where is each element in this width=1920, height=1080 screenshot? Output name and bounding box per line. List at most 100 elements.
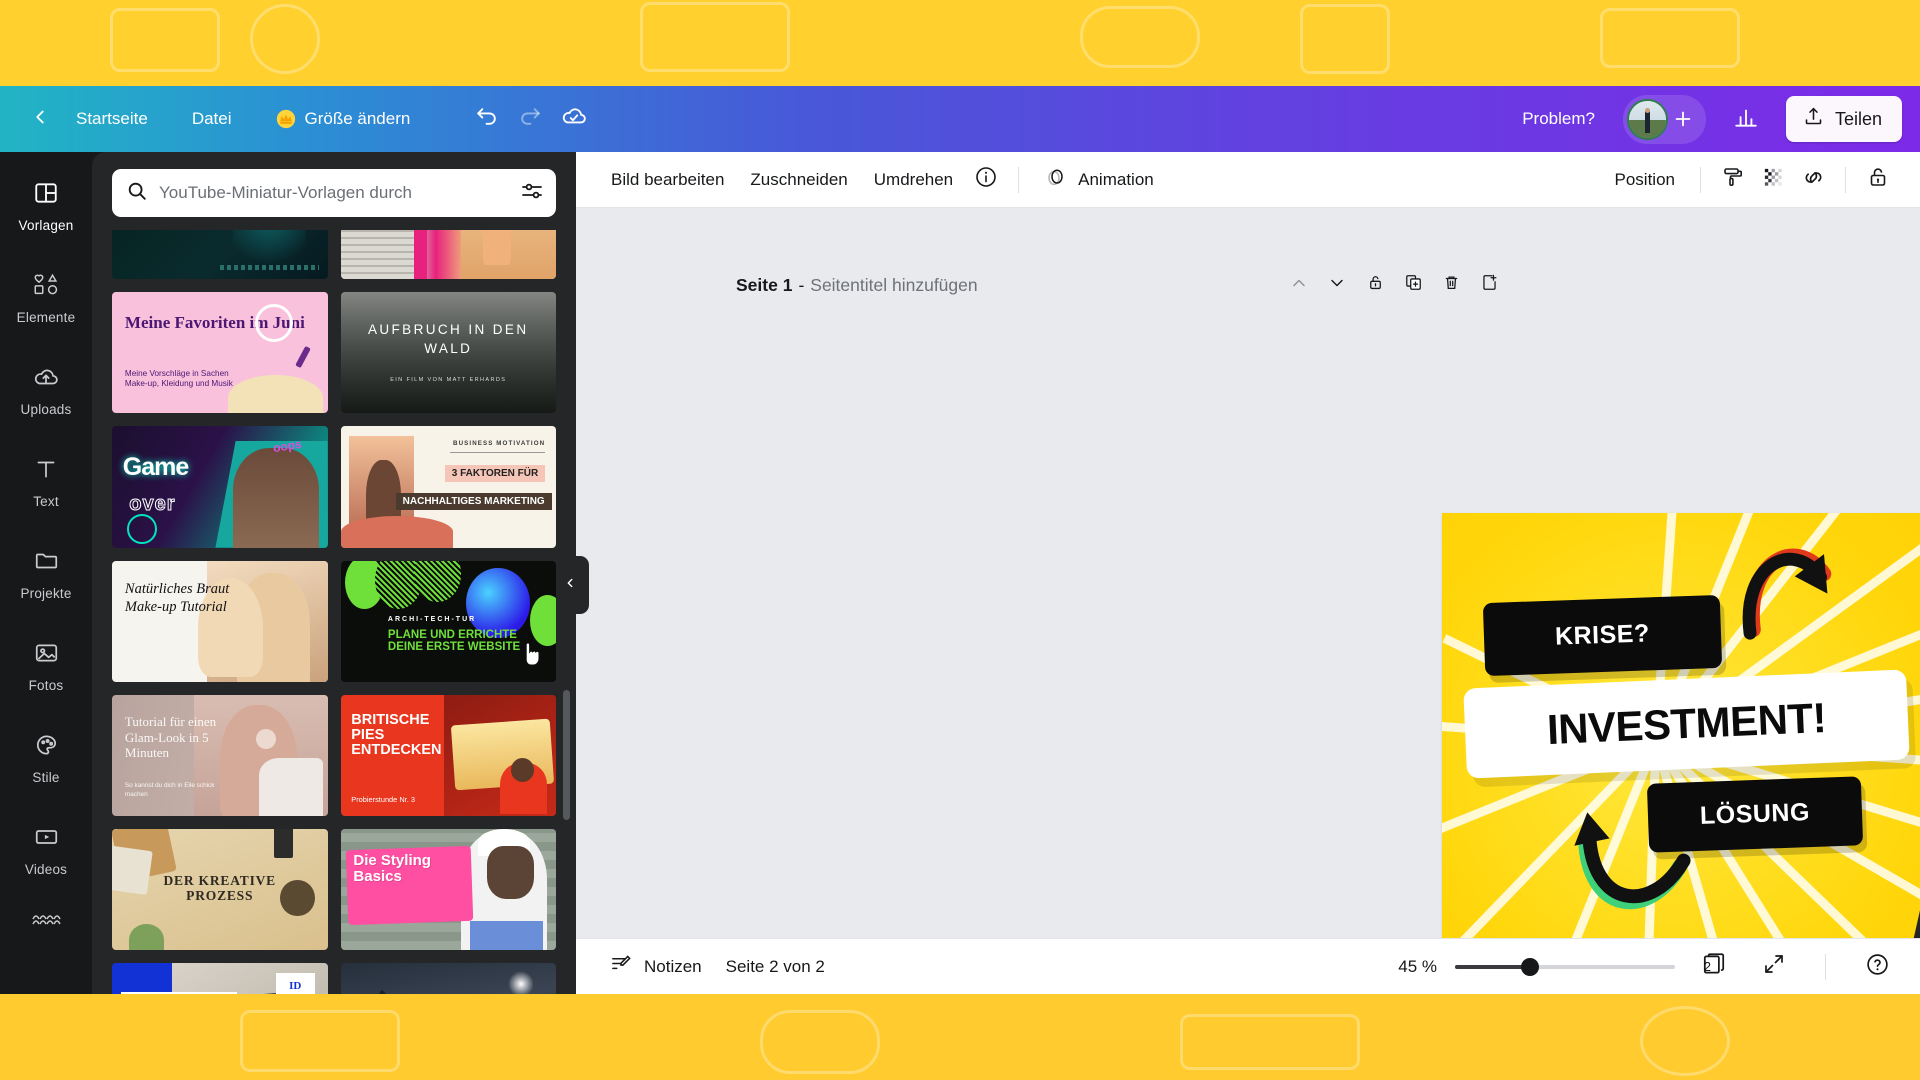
- sidebar-item-fotos[interactable]: Fotos: [0, 620, 92, 712]
- panel-search-area: [92, 152, 576, 227]
- crop-button[interactable]: Zuschneiden: [737, 162, 860, 198]
- saved-status-button[interactable]: [552, 97, 596, 141]
- page1-delete-button[interactable]: [1434, 268, 1468, 302]
- lock-button[interactable]: [1858, 160, 1898, 200]
- backdrop-shape: [640, 2, 790, 72]
- home-button[interactable]: Startseite: [62, 101, 162, 137]
- template-badge: ID: [275, 973, 315, 994]
- pages-overview-button[interactable]: 2: [1693, 947, 1735, 987]
- sidebar-item-text[interactable]: Text: [0, 436, 92, 528]
- template-card[interactable]: Meine Favoriten im Juni Meine Vorschläge…: [112, 292, 328, 414]
- template-card[interactable]: DER KREATIVE PROZESS: [112, 829, 328, 951]
- fullscreen-icon: [1762, 952, 1786, 981]
- help-button[interactable]: [1856, 947, 1898, 987]
- search-icon: [126, 180, 148, 207]
- template-title: PLANE UND ERRICHTE DEINE ERSTE WEBSITE: [387, 628, 521, 654]
- sidebar-item-stile[interactable]: Stile: [0, 712, 92, 804]
- canva-editor-window: Startseite Datei Größe ändern Problem? T…: [0, 86, 1920, 994]
- template-card[interactable]: Game over oops: [112, 426, 328, 548]
- page1-lock-button[interactable]: [1358, 268, 1392, 302]
- loesung-tag[interactable]: LÖSUNG: [1647, 775, 1864, 853]
- template-card[interactable]: »: [112, 230, 328, 280]
- status-bar: Notizen Seite 2 von 2 45 % 2: [576, 938, 1920, 994]
- undo-button[interactable]: [464, 97, 508, 141]
- page-indicator: Seite 2 von 2: [725, 956, 825, 976]
- sidebar-item-label: Vorlagen: [18, 217, 74, 233]
- editor-area: Bild bearbeiten Zuschneiden Umdrehen Ani…: [576, 152, 1920, 994]
- search-box[interactable]: [112, 169, 556, 217]
- page1-add-page-button[interactable]: [1472, 268, 1506, 302]
- page1-duplicate-button[interactable]: [1396, 268, 1430, 302]
- template-card[interactable]: BUSINESS MOTIVATION 3 FAKTOREN FÜR NACHH…: [340, 426, 556, 548]
- sidebar-item-vorlagen[interactable]: Vorlagen: [0, 160, 92, 252]
- notes-label: Notizen: [644, 956, 702, 976]
- canvas-scroll-area[interactable]: Seite 1 - Seitentitel hinzufügen KRISE? …: [576, 208, 1920, 938]
- template-card[interactable]: ID Unnachahmliche Innenausstattung Konkr…: [112, 963, 328, 994]
- template-card[interactable]: ARCHI-TECH-TUR PLANE UND ERRICHTE DEINE …: [340, 560, 556, 682]
- info-button[interactable]: [966, 160, 1006, 200]
- sidebar-item-elemente[interactable]: Elemente: [0, 252, 92, 344]
- page1-move-down-button[interactable]: [1320, 268, 1354, 302]
- template-subtitle: Probierstunde Nr. 3: [351, 794, 415, 804]
- share-button[interactable]: Teilen: [1785, 96, 1902, 142]
- file-label: Datei: [191, 109, 232, 128]
- template-title: DER KREATIVE PROZESS: [163, 872, 276, 904]
- template-card[interactable]: DIE SPEKTAKULÄRSTEN WANDERWEGE EUROPAS E…: [340, 963, 556, 994]
- page1-move-up-button[interactable]: [1282, 268, 1316, 302]
- template-title: Game: [122, 453, 189, 482]
- template-card[interactable]: Tutorial für einen Glam-Look in 5 Minute…: [112, 694, 328, 817]
- insights-button[interactable]: [1722, 97, 1770, 141]
- upload-icon: [1803, 106, 1824, 132]
- avatar[interactable]: [1626, 98, 1668, 140]
- paint-button[interactable]: [1713, 160, 1753, 200]
- collapse-panel-button[interactable]: [561, 556, 589, 614]
- transparency-icon: [1762, 166, 1785, 194]
- sidebar-item-label: Projekte: [20, 585, 72, 601]
- backdrop-shape: [1640, 1006, 1730, 1076]
- position-button[interactable]: Position: [1602, 162, 1688, 198]
- page1-canvas[interactable]: KRISE? INVESTMENT! LÖSUNG: [1442, 513, 1920, 938]
- sidebar-item-background[interactable]: [0, 896, 92, 942]
- panel-scrollbar-thumb[interactable]: [563, 690, 570, 820]
- template-card[interactable]: Natürliches Braut Make-up Tutorial: [112, 560, 328, 682]
- sidebar-item-uploads[interactable]: Uploads: [0, 344, 92, 436]
- edit-image-button[interactable]: Bild bearbeiten: [598, 162, 737, 198]
- fullscreen-button[interactable]: [1753, 947, 1795, 987]
- transparency-button[interactable]: [1753, 160, 1793, 200]
- templates-panel: » Meine Favoriten im Juni Meine Vorschlä…: [92, 152, 589, 994]
- zoom-slider[interactable]: [1455, 957, 1675, 976]
- krise-tag[interactable]: KRISE?: [1482, 594, 1723, 677]
- search-input[interactable]: [159, 183, 509, 203]
- problem-button[interactable]: Problem?: [1508, 101, 1609, 137]
- problem-label: Problem?: [1522, 109, 1595, 128]
- thumbnail-design: KRISE? INVESTMENT! LÖSUNG: [1442, 513, 1920, 938]
- page1-label: Seite 1: [736, 274, 793, 295]
- templates-icon: [33, 180, 59, 211]
- redo-button[interactable]: [508, 97, 552, 141]
- collaborators-group[interactable]: [1622, 94, 1706, 144]
- animation-button[interactable]: Animation: [1031, 157, 1167, 202]
- notes-button[interactable]: Notizen: [598, 945, 714, 989]
- sidebar-item-videos[interactable]: Videos: [0, 804, 92, 896]
- template-card[interactable]: [340, 230, 556, 280]
- info-icon: [974, 165, 998, 194]
- help-icon: [1865, 952, 1890, 982]
- link-button[interactable]: [1793, 160, 1833, 200]
- chevron-left-icon: [29, 106, 51, 133]
- investment-headline[interactable]: INVESTMENT!: [1463, 668, 1910, 779]
- add-member-button[interactable]: [1668, 104, 1698, 134]
- sliders-icon[interactable]: [520, 179, 544, 208]
- file-menu-button[interactable]: Datei: [178, 101, 246, 137]
- template-subtitle: NACHHALTIGES MARKETING: [395, 493, 552, 511]
- back-button[interactable]: [18, 97, 62, 141]
- resize-button[interactable]: Größe ändern: [262, 101, 425, 137]
- page1-title-placeholder[interactable]: Seitentitel hinzufügen: [810, 275, 977, 296]
- template-title: AUFBRUCH IN DEN WALD: [367, 322, 529, 356]
- template-card[interactable]: BRITISCHE PIES ENTDECKEN Probierstunde N…: [340, 694, 556, 817]
- sidebar-item-projekte[interactable]: Projekte: [0, 528, 92, 620]
- templates-grid[interactable]: » Meine Favoriten im Juni Meine Vorschlä…: [92, 230, 576, 994]
- template-card[interactable]: Die Styling Basics: [340, 829, 556, 951]
- flip-button[interactable]: Umdrehen: [861, 162, 966, 198]
- lock-icon: [1366, 273, 1385, 297]
- template-card[interactable]: AUFBRUCH IN DEN WALD EIN FILM VON MATT E…: [340, 292, 556, 414]
